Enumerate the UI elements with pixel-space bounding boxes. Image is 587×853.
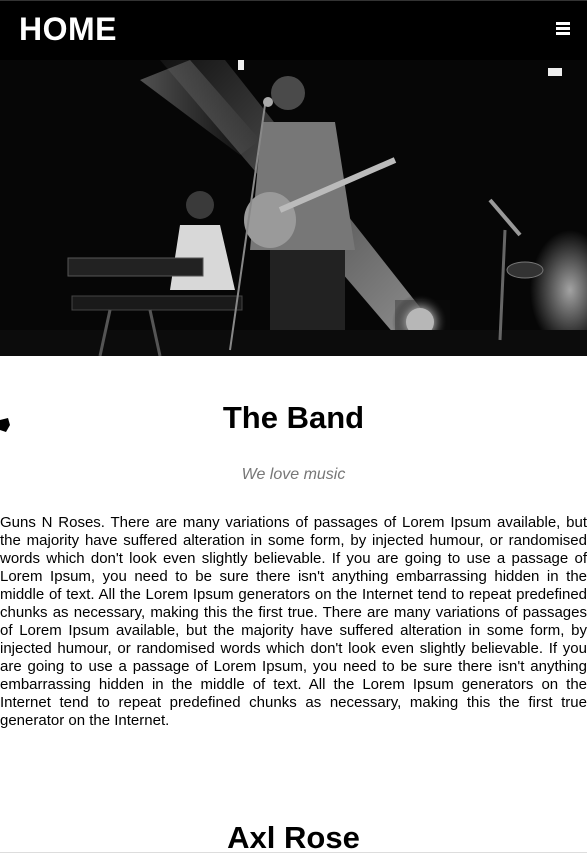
hamburger-menu-icon[interactable] — [556, 22, 570, 36]
menu-bar — [556, 27, 570, 30]
nav-home-link[interactable]: HOME — [19, 11, 117, 48]
hero-band-photo — [0, 60, 587, 356]
member-name-heading: Axl Rose — [227, 820, 360, 853]
band-title: The Band — [222, 400, 365, 435]
band-photo-illustration — [0, 60, 587, 356]
band-tagline: We love music — [241, 466, 346, 483]
menu-bar — [556, 22, 570, 25]
top-navbar: HOME — [0, 0, 587, 60]
menu-bar — [556, 32, 570, 35]
band-description: Guns N Roses. There are many variations … — [0, 514, 587, 729]
page: HOME The Band We love music Guns N Roses… — [0, 0, 587, 853]
